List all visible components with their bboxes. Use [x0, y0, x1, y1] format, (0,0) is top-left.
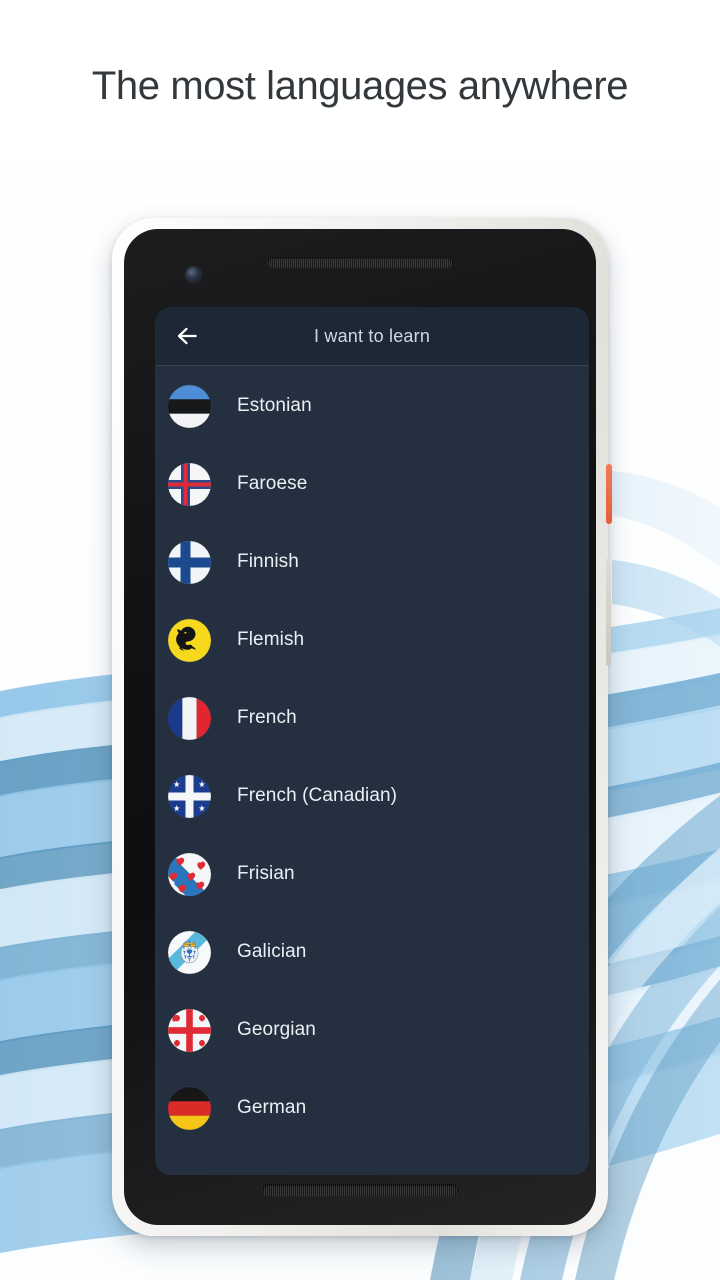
- list-item-label: German: [237, 1097, 307, 1118]
- phone-body: I want to learn Estonian Faroese Finnish…: [124, 229, 596, 1225]
- list-item-label: French: [237, 707, 297, 728]
- finland-flag-icon: [168, 540, 211, 584]
- faroe-islands-flag-icon: [168, 462, 211, 506]
- phone-screen: I want to learn Estonian Faroese Finnish…: [155, 307, 589, 1175]
- georgia-flag-icon: [168, 1008, 211, 1052]
- list-item[interactable]: Flemish: [155, 601, 589, 679]
- list-item-label: Estonian: [237, 395, 312, 416]
- list-item-label: Faroese: [237, 473, 308, 494]
- list-item-label: Galician: [237, 941, 307, 962]
- arrow-left-icon: [177, 327, 197, 345]
- estonia-flag-icon: [168, 384, 211, 428]
- list-item[interactable]: Estonian: [155, 367, 589, 445]
- quebec-flag-icon: [168, 774, 211, 818]
- phone-mockup: I want to learn Estonian Faroese Finnish…: [112, 218, 612, 1236]
- earpiece-speaker-icon: [267, 257, 453, 268]
- front-camera-icon: [186, 267, 201, 282]
- back-button[interactable]: [155, 307, 219, 366]
- list-item[interactable]: Finnish: [155, 523, 589, 601]
- list-item[interactable]: French (Canadian): [155, 757, 589, 835]
- list-item[interactable]: Faroese: [155, 445, 589, 523]
- list-item-label: Georgian: [237, 1019, 316, 1040]
- galicia-flag-icon: [168, 930, 211, 974]
- page-headline: The most languages anywhere: [91, 64, 629, 108]
- france-flag-icon: [168, 696, 211, 740]
- volume-button[interactable]: [606, 558, 611, 666]
- germany-flag-icon: [168, 1086, 211, 1130]
- list-item-label: Finnish: [237, 551, 299, 572]
- list-item[interactable]: French: [155, 679, 589, 757]
- power-button[interactable]: [606, 464, 612, 524]
- loudspeaker-icon: [262, 1184, 458, 1197]
- app-bar: I want to learn: [155, 307, 589, 366]
- list-item-label: Flemish: [237, 629, 305, 650]
- list-item-label: Frisian: [237, 863, 295, 884]
- language-list[interactable]: Estonian Faroese Finnish Flemish French …: [155, 367, 589, 1175]
- friesland-flag-icon: [168, 852, 211, 896]
- flanders-flag-icon: [168, 618, 211, 662]
- app-bar-title: I want to learn: [313, 325, 431, 346]
- list-item[interactable]: Frisian: [155, 835, 589, 913]
- list-item[interactable]: Galician: [155, 913, 589, 991]
- list-item-label: French (Canadian): [237, 785, 398, 806]
- list-item[interactable]: German: [155, 1069, 589, 1147]
- screenshot-root: The most languages anywhere I want to le…: [0, 0, 720, 1280]
- list-item[interactable]: Georgian: [155, 991, 589, 1069]
